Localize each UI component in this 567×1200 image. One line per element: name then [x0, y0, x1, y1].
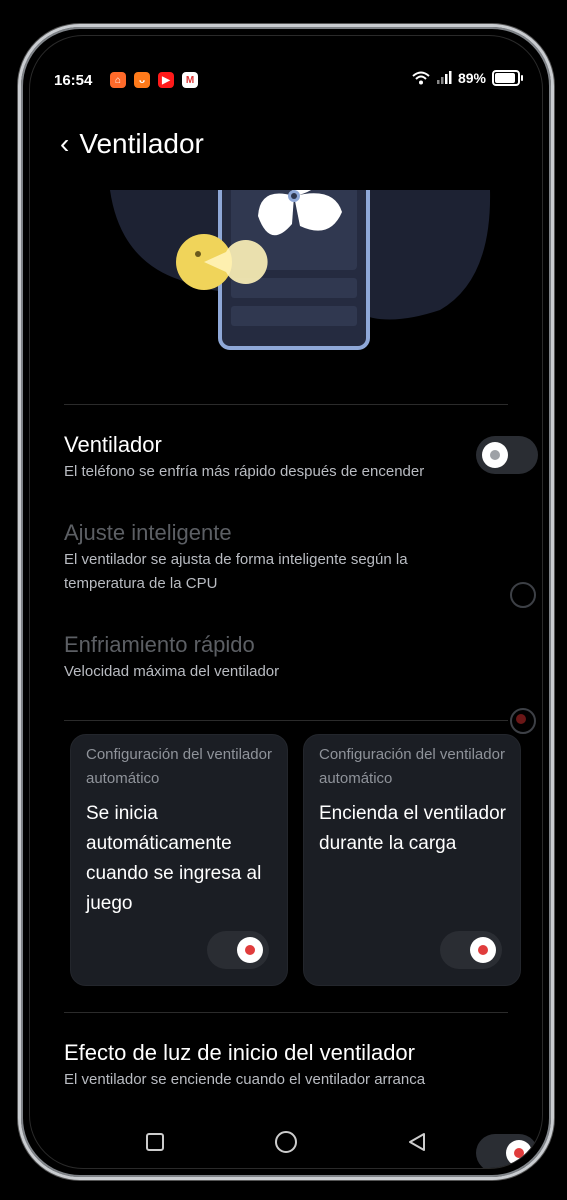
- chevron-left-icon[interactable]: ‹: [60, 130, 69, 158]
- card-label: Configuración del ventilador automático: [319, 746, 505, 787]
- card-text: Encienda el ventilador durante la carga: [319, 803, 506, 854]
- screen: 16:54 ⌂ ᴗ ▶ M 89% ‹ Ventilador Ventilado…: [29, 35, 543, 1169]
- light-effect-toggle[interactable]: [476, 1134, 538, 1168]
- nav-bar: [90, 1122, 482, 1162]
- page-title: Ventilador: [79, 128, 204, 159]
- smart-adjust-radio[interactable]: [510, 582, 536, 608]
- divider: [64, 720, 508, 721]
- battery-percent: 89%: [457, 70, 486, 86]
- auto-fan-game-toggle[interactable]: [207, 931, 269, 969]
- fast-cooling-subtitle: Velocidad máxima del ventilador: [64, 663, 280, 680]
- fan-illustration: [110, 190, 491, 350]
- home-icon[interactable]: [273, 1129, 299, 1155]
- signal-icon: [436, 71, 452, 84]
- light-effect-title: Efecto de luz de inicio del ventilador: [64, 1040, 415, 1065]
- auto-fan-game-card[interactable]: Configuración del ventilador automático …: [70, 734, 288, 986]
- auto-fan-charge-toggle[interactable]: [440, 931, 502, 969]
- auto-fan-charge-card[interactable]: Configuración del ventilador automático …: [303, 734, 521, 986]
- recents-icon[interactable]: [144, 1131, 166, 1153]
- gmail-icon: M: [182, 72, 198, 88]
- fan-setting-subtitle: El teléfono se enfría más rápido después…: [64, 463, 425, 480]
- back-icon[interactable]: [406, 1131, 428, 1153]
- device-frame: 16:54 ⌂ ᴗ ▶ M 89% ‹ Ventilador Ventilado…: [18, 24, 554, 1180]
- status-right: 89%: [412, 70, 523, 86]
- temu-icon: ᴗ: [134, 72, 150, 88]
- youtube-icon: ▶: [158, 72, 174, 88]
- card-label: Configuración del ventilador automático: [86, 746, 272, 787]
- toggle-knob: [470, 937, 496, 963]
- light-effect-subtitle: El ventilador se enciende cuando el vent…: [64, 1071, 426, 1088]
- toggle-knob: [237, 937, 263, 963]
- wifi-icon: [412, 71, 430, 85]
- battery-icon: [492, 70, 523, 86]
- fast-cooling-radio[interactable]: [510, 708, 536, 734]
- header: ‹ Ventilador: [60, 128, 204, 160]
- status-time: 16:54: [54, 72, 93, 89]
- card-text: Se inicia automáticamente cuando se ingr…: [86, 803, 262, 914]
- fan-setting-title: Ventilador: [64, 432, 162, 457]
- divider: [64, 404, 508, 405]
- shopping-bag-icon: ⌂: [110, 72, 126, 88]
- toggle-knob: [482, 442, 508, 468]
- fan-toggle[interactable]: [476, 436, 538, 474]
- fast-cooling-title: Enfriamiento rápido: [64, 632, 255, 657]
- divider: [64, 1012, 508, 1013]
- toggle-knob: [506, 1140, 532, 1166]
- smart-adjust-title: Ajuste inteligente: [64, 520, 232, 545]
- smart-adjust-subtitle: El ventilador se ajusta de forma intelig…: [64, 551, 408, 592]
